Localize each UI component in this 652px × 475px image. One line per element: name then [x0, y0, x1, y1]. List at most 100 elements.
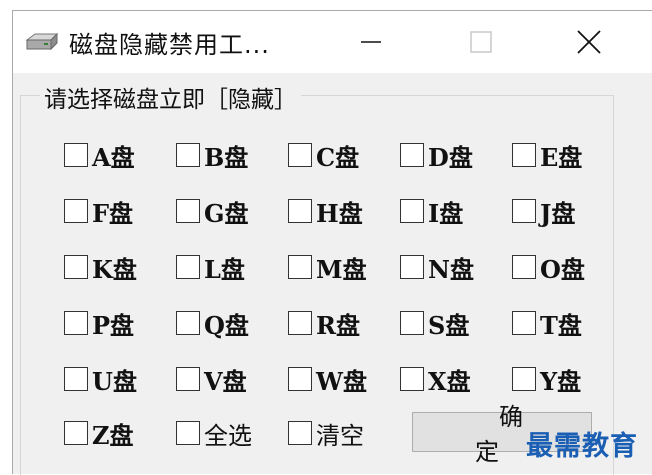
drive-label: N盘 — [428, 250, 474, 285]
checkbox-box[interactable] — [400, 311, 424, 335]
checkbox-box[interactable] — [288, 143, 312, 167]
drive-suffix: 盘 — [110, 311, 135, 340]
drive-suffix: 盘 — [112, 255, 137, 284]
drive-checkbox-v[interactable]: V盘 — [176, 362, 247, 396]
drive-checkbox-e[interactable]: E盘 — [512, 138, 582, 172]
drive-label: R盘 — [316, 306, 360, 341]
drive-checkbox-q[interactable]: Q盘 — [176, 306, 249, 340]
drive-suffix: 盘 — [109, 421, 134, 450]
clear-label: 清空 — [316, 421, 364, 450]
checkbox-box[interactable] — [64, 367, 88, 391]
checkbox-box[interactable] — [288, 367, 312, 391]
drive-checkbox-n[interactable]: N盘 — [400, 250, 474, 284]
minimize-button[interactable] — [351, 25, 391, 59]
select-all-checkbox[interactable]: 全选 — [176, 416, 252, 450]
checkbox-box[interactable] — [288, 421, 312, 445]
checkbox-box[interactable] — [288, 199, 312, 223]
drive-letter: K — [92, 254, 113, 284]
drive-checkbox-u[interactable]: U盘 — [64, 362, 137, 396]
minimize-icon — [361, 41, 381, 43]
drive-checkbox-m[interactable]: M盘 — [288, 250, 367, 284]
drive-suffix: 盘 — [224, 199, 249, 228]
drive-suffix: 盘 — [558, 143, 583, 172]
drive-label: S盘 — [428, 306, 469, 341]
drive-checkbox-o[interactable]: O盘 — [512, 250, 585, 284]
drive-label: D盘 — [428, 138, 473, 173]
drive-suffix: 盘 — [342, 255, 367, 284]
drive-checkbox-x[interactable]: X盘 — [400, 362, 471, 396]
checkbox-box[interactable] — [64, 143, 88, 167]
checkbox-box[interactable] — [176, 143, 200, 167]
drive-label: J盘 — [540, 194, 575, 229]
select-all-label: 全选 — [204, 421, 252, 450]
drive-label: U盘 — [92, 362, 137, 397]
drive-suffix: 盘 — [551, 199, 576, 228]
drive-checkbox-y[interactable]: Y盘 — [512, 362, 581, 396]
drive-letter: S — [428, 310, 446, 340]
checkbox-box[interactable] — [176, 367, 200, 391]
drive-letter: G — [204, 198, 225, 228]
checkbox-box[interactable] — [288, 255, 312, 279]
close-button[interactable] — [569, 25, 609, 59]
drive-checkbox-r[interactable]: R盘 — [288, 306, 360, 340]
drive-suffix: 盘 — [224, 311, 249, 340]
drive-suffix: 盘 — [446, 367, 471, 396]
drive-checkbox-z[interactable]: Z盘 — [64, 416, 134, 450]
drive-checkbox-i[interactable]: I盘 — [400, 194, 463, 228]
drive-checkbox-s[interactable]: S盘 — [400, 306, 469, 340]
drive-suffix: 盘 — [224, 143, 249, 172]
maximize-button[interactable] — [461, 25, 501, 59]
drive-letter: Z — [92, 420, 110, 450]
drive-suffix: 盘 — [222, 367, 247, 396]
drive-label: P盘 — [92, 306, 134, 341]
drive-letter: B — [204, 142, 225, 172]
checkbox-box[interactable] — [176, 199, 200, 223]
maximize-icon — [470, 31, 492, 53]
checkbox-box[interactable] — [176, 311, 200, 335]
checkbox-box[interactable] — [512, 311, 536, 335]
drive-checkbox-j[interactable]: J盘 — [512, 194, 575, 228]
title-bar[interactable]: 磁盘隐藏禁用工... — [13, 11, 652, 73]
checkbox-box[interactable] — [176, 255, 200, 279]
drive-checkbox-p[interactable]: P盘 — [64, 306, 134, 340]
checkbox-box[interactable] — [64, 255, 88, 279]
checkbox-box[interactable] — [64, 311, 88, 335]
drive-checkbox-h[interactable]: H盘 — [288, 194, 363, 228]
checkbox-box[interactable] — [400, 367, 424, 391]
drive-checkbox-l[interactable]: L盘 — [176, 250, 245, 284]
drive-checkbox-f[interactable]: F盘 — [64, 194, 133, 228]
checkbox-box[interactable] — [512, 367, 536, 391]
drive-letter: X — [428, 366, 447, 396]
checkbox-box[interactable] — [512, 255, 536, 279]
checkbox-box[interactable] — [64, 421, 88, 445]
drive-suffix: 盘 — [335, 143, 360, 172]
drive-label: T盘 — [540, 306, 582, 341]
checkbox-box[interactable] — [288, 311, 312, 335]
checkbox-box[interactable] — [64, 199, 88, 223]
drive-label: Z盘 — [92, 416, 134, 451]
drive-checkbox-t[interactable]: T盘 — [512, 306, 582, 340]
checkbox-box[interactable] — [400, 199, 424, 223]
drive-letter: H — [316, 198, 339, 228]
drive-checkbox-g[interactable]: G盘 — [176, 194, 249, 228]
clear-checkbox[interactable]: 清空 — [288, 416, 364, 450]
close-icon — [577, 30, 601, 54]
drive-suffix: 盘 — [557, 367, 582, 396]
drive-label: K盘 — [92, 250, 137, 285]
checkbox-box[interactable] — [400, 255, 424, 279]
drive-checkbox-w[interactable]: W盘 — [288, 362, 367, 396]
checkbox-box[interactable] — [176, 421, 200, 445]
drive-label: Q盘 — [204, 306, 249, 341]
drive-checkbox-d[interactable]: D盘 — [400, 138, 473, 172]
drive-label: W盘 — [316, 362, 367, 397]
drive-checkbox-a[interactable]: A盘 — [64, 138, 135, 172]
drive-checkbox-k[interactable]: K盘 — [64, 250, 137, 284]
checkbox-box[interactable] — [512, 143, 536, 167]
drive-letter: T — [540, 310, 558, 340]
drive-suffix: 盘 — [560, 255, 585, 284]
drive-label: V盘 — [204, 362, 247, 397]
drive-checkbox-b[interactable]: B盘 — [176, 138, 248, 172]
checkbox-box[interactable] — [512, 199, 536, 223]
drive-checkbox-c[interactable]: C盘 — [288, 138, 359, 172]
checkbox-box[interactable] — [400, 143, 424, 167]
